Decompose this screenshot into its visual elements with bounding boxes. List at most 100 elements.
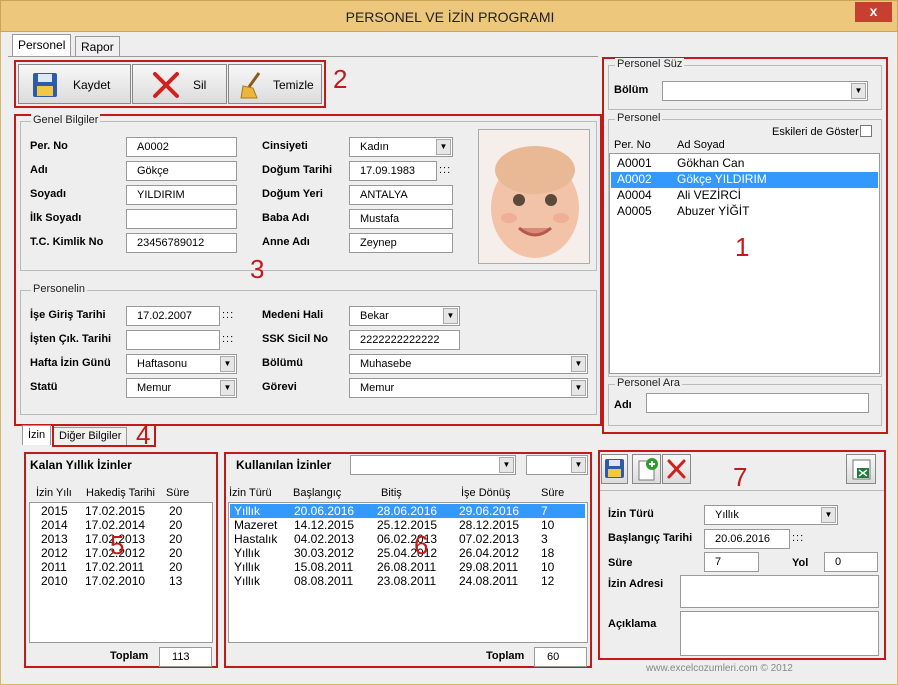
save-label: Kaydet xyxy=(73,78,111,92)
kullanilan-toplam-field: 60 xyxy=(534,647,587,667)
list-item[interactable]: Yıllık 15.08.2011 26.08.2011 29.08.2011 10 xyxy=(230,560,585,574)
kalan-listbox[interactable]: 2015 17.02.2015 20 2014 17.02.2014 20 2013 17… xyxy=(29,502,213,643)
gorev-value: Memur xyxy=(360,382,395,394)
chevron-down-icon[interactable]: ▼ xyxy=(436,139,451,155)
kalan-col-hakedis: Hakediş Tarihi xyxy=(86,487,155,499)
tc-field[interactable]: 23456789012 xyxy=(126,233,237,253)
adres-label: İzin Adresi xyxy=(608,578,664,590)
bolum-label: Bölümü xyxy=(262,357,303,369)
col-izin-turu: İzin Türü xyxy=(229,487,272,499)
list-item[interactable]: Yıllık 30.03.2012 25.04.2012 26.04.2012 18 xyxy=(230,546,585,560)
anne-label: Anne Adı xyxy=(262,236,310,248)
dogum-date-picker[interactable]: ::: xyxy=(439,164,451,176)
eskiler-label: Eskileri de Göster xyxy=(772,126,859,138)
per-no-field[interactable]: A0002 xyxy=(126,137,237,157)
izin-turu-select[interactable]: Yıllık ▼ xyxy=(704,505,838,525)
ilk-soyadi-label: İlk Soyadı xyxy=(30,212,82,224)
delete-button[interactable]: Sil xyxy=(132,64,227,104)
marker-4: 4 xyxy=(136,420,151,450)
list-item-selected[interactable]: A0002 Gökçe YILDIRIM xyxy=(611,172,878,188)
kullanilan-title: Kullanılan İzinler xyxy=(236,458,332,472)
kalan-col-yil: İzin Yılı xyxy=(36,487,72,499)
clear-button[interactable]: Temizle xyxy=(228,64,322,104)
save-button[interactable]: Kaydet xyxy=(18,64,131,104)
chevron-down-icon[interactable]: ▼ xyxy=(220,380,235,396)
ilk-soyadi-field[interactable] xyxy=(126,209,237,229)
list-item[interactable]: Mazeret 14.12.2015 25.12.2015 28.12.2015 10 xyxy=(230,518,585,532)
kalan-toplam-label: Toplam xyxy=(110,650,149,662)
export-excel-button[interactable] xyxy=(846,454,876,484)
personel-title: Personel xyxy=(615,112,663,124)
list-item[interactable]: Hastalık 04.02.2013 06.02.2013 07.02.2013 3 xyxy=(230,532,585,546)
izin-turu-value: Yıllık xyxy=(715,509,739,521)
baslangic-field[interactable]: 20.06.2016 xyxy=(704,529,790,549)
hafta-select[interactable]: Haftasonu ▼ xyxy=(126,354,237,374)
list-item[interactable]: Yıllık 08.08.2011 23.08.2011 24.08.2011 12 xyxy=(230,574,585,588)
clear-label: Temizle xyxy=(273,78,314,92)
kullanilan-filter-2[interactable]: ▼ xyxy=(526,455,588,475)
giris-field[interactable]: 17.02.2007 xyxy=(126,306,220,326)
marker-6: 6 xyxy=(414,530,429,560)
tab-izin[interactable]: İzin xyxy=(22,425,52,445)
sure-field[interactable]: 7 xyxy=(704,552,759,572)
suz-bolum-select[interactable]: ▼ xyxy=(662,81,868,101)
tab-personel[interactable]: Personel xyxy=(12,34,72,57)
aciklama-label: Açıklama xyxy=(608,618,657,630)
floppy-icon xyxy=(605,459,624,478)
tab-divider xyxy=(8,56,598,57)
soyadi-field[interactable]: YILDIRIM xyxy=(126,185,237,205)
personel-listbox[interactable]: A0001 Gökhan Can A0002 Gökçe YILDIRIM A000… xyxy=(609,153,880,374)
ara-adi-field[interactable] xyxy=(646,393,869,413)
cinsiyet-select[interactable]: Kadın ▼ xyxy=(349,137,453,157)
list-item-selected[interactable]: Yıllık 20.06.2016 28.06.2016 29.06.2016 7 xyxy=(230,504,585,518)
chevron-down-icon[interactable]: ▼ xyxy=(443,308,458,324)
baba-field[interactable]: Mustafa xyxy=(349,209,453,229)
giris-label: İşe Giriş Tarihi xyxy=(30,309,106,321)
izin-save-button[interactable] xyxy=(601,454,628,484)
add-document-icon xyxy=(638,458,658,481)
aciklama-field[interactable] xyxy=(680,611,879,656)
baba-label: Baba Adı xyxy=(262,212,310,224)
close-button[interactable]: x xyxy=(855,2,892,22)
izin-new-button[interactable] xyxy=(632,454,661,484)
izin-delete-button[interactable] xyxy=(662,454,691,484)
dogum-yeri-field[interactable]: ANTALYA xyxy=(349,185,453,205)
bolum-select[interactable]: Muhasebe ▼ xyxy=(349,354,588,374)
cikis-field[interactable] xyxy=(126,330,220,350)
chevron-down-icon[interactable]: ▼ xyxy=(571,457,586,473)
adres-field[interactable] xyxy=(680,575,879,608)
yol-field[interactable]: 0 xyxy=(824,552,878,572)
kullanilan-listbox[interactable]: Yıllık 20.06.2016 28.06.2016 29.06.2016 7 Ma… xyxy=(228,502,588,643)
statu-select[interactable]: Memur ▼ xyxy=(126,378,237,398)
bolum-value: Muhasebe xyxy=(360,358,412,370)
broom-icon xyxy=(240,72,261,99)
giris-date-picker[interactable]: ::: xyxy=(222,309,234,321)
photo[interactable] xyxy=(478,129,590,264)
adi-field[interactable]: Gökçe xyxy=(126,161,237,181)
chevron-down-icon[interactable]: ▼ xyxy=(499,457,514,473)
list-item[interactable]: A0004 Ali VEZİRCİ xyxy=(611,188,878,204)
chevron-down-icon[interactable]: ▼ xyxy=(220,356,235,372)
list-item[interactable]: A0001 Gökhan Can xyxy=(611,156,878,172)
chevron-down-icon[interactable]: ▼ xyxy=(571,380,586,396)
medeni-select[interactable]: Bekar ▼ xyxy=(349,306,460,326)
chevron-down-icon[interactable]: ▼ xyxy=(571,356,586,372)
col-per-no: Per. No xyxy=(614,139,651,151)
col-baslangic: Başlangıç xyxy=(293,487,342,499)
col-ad-soyad: Ad Soyad xyxy=(677,139,725,151)
dogum-tarihi-field[interactable]: 17.09.1983 xyxy=(349,161,437,181)
dogum-yeri-label: Doğum Yeri xyxy=(262,188,323,200)
medeni-value: Bekar xyxy=(360,310,389,322)
anne-field[interactable]: Zeynep xyxy=(349,233,453,253)
eskiler-checkbox[interactable] xyxy=(860,125,872,137)
tab-rapor[interactable]: Rapor xyxy=(75,36,120,57)
list-item[interactable]: A0005 Abuzer YİĞİT xyxy=(611,204,878,220)
kullanilan-filter-1[interactable]: ▼ xyxy=(350,455,516,475)
baslangic-date-picker[interactable]: ::: xyxy=(792,532,804,544)
ssk-field[interactable]: 2222222222222 xyxy=(349,330,460,350)
gorev-select[interactable]: Memur ▼ xyxy=(349,378,588,398)
chevron-down-icon[interactable]: ▼ xyxy=(821,507,836,523)
floppy-icon xyxy=(33,73,57,97)
chevron-down-icon[interactable]: ▼ xyxy=(851,83,866,99)
cikis-date-picker[interactable]: ::: xyxy=(222,333,234,345)
